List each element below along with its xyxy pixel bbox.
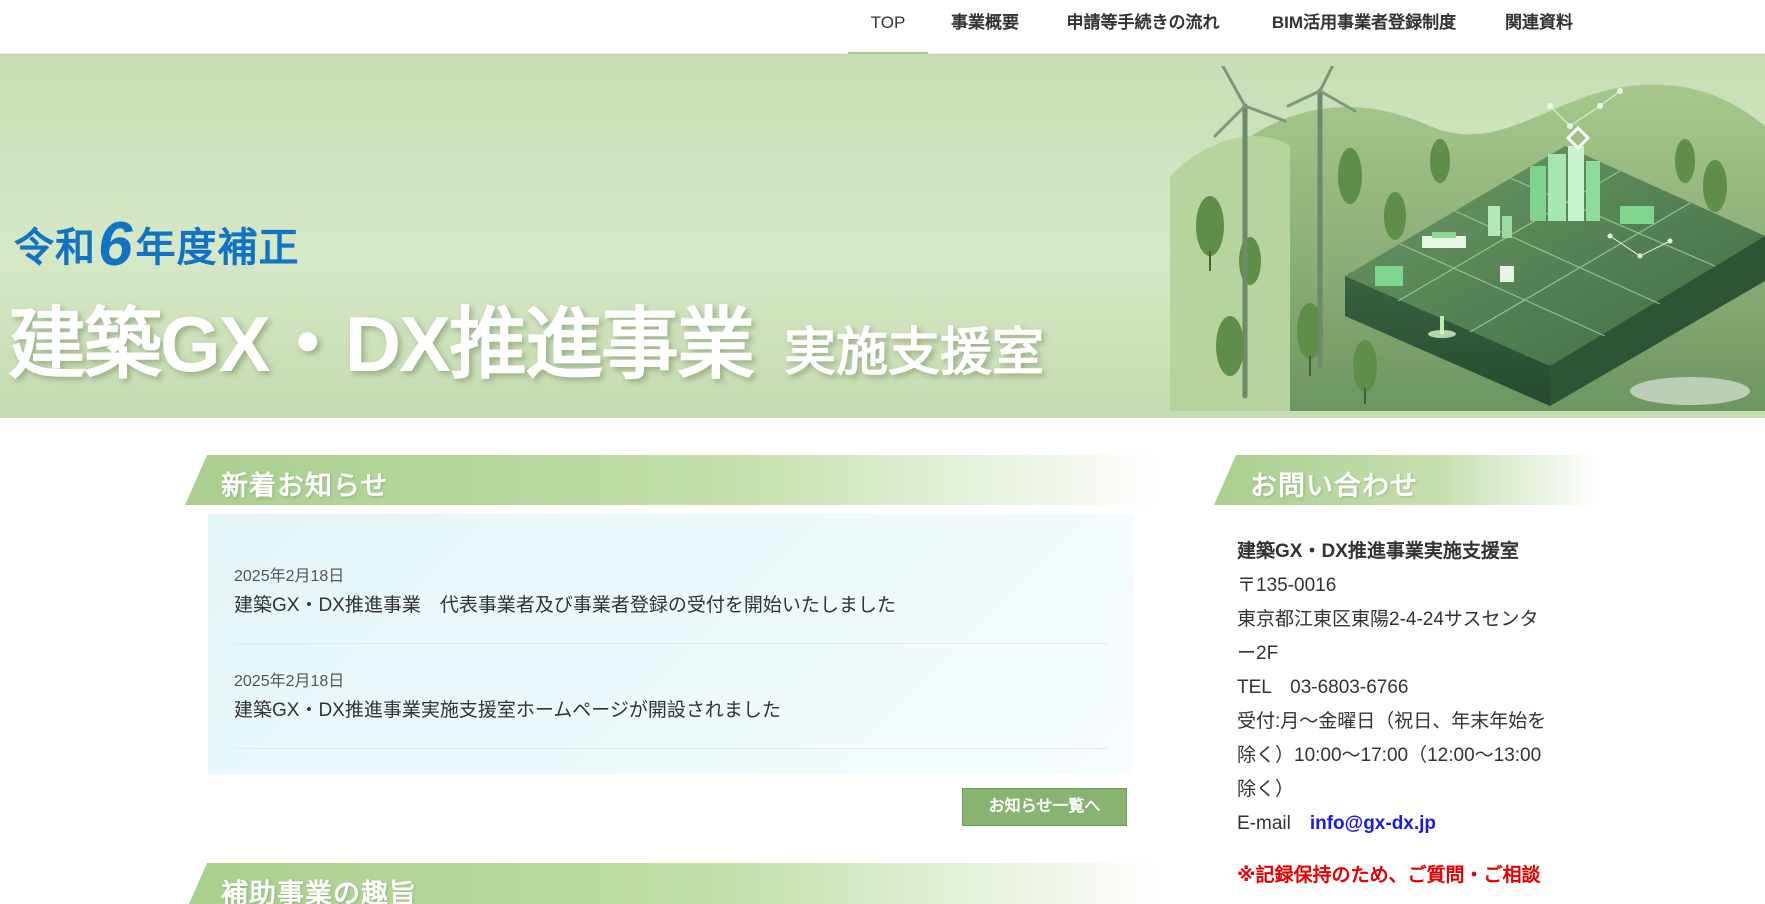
- hero-subtitle-era: 令和: [14, 226, 96, 270]
- nav-item-application-flow[interactable]: 申請等手続きの流れ: [1052, 0, 1234, 54]
- hero-title-suffix: 実施支援室: [784, 324, 1045, 382]
- contact-postal: 〒135-0016: [1237, 575, 1337, 596]
- contact-info: 建築GX・DX推進事業実施支援室 〒135-0016 東京都江東区東陽2-4-2…: [1237, 535, 1567, 893]
- green-city-illustration: [1170, 66, 1765, 411]
- contact-email-row: E-mail info@gx-dx.jp: [1237, 807, 1567, 841]
- contact-email-label: E-mail: [1237, 813, 1310, 834]
- news-date: 2025年2月18日: [234, 568, 345, 585]
- contact-heading: お問い合わせ: [1250, 471, 1418, 501]
- hero-subtitle-suffix: 年度補正: [135, 226, 300, 270]
- news-link[interactable]: 建築GX・DX推進事業実施支援室ホームページが開設されました: [234, 695, 1108, 722]
- news-date: 2025年2月18日: [234, 673, 345, 690]
- contact-note: ※記録保持のため、ご質問・ご相談: [1237, 865, 1541, 886]
- news-list: 2025年2月18日 建築GX・DX推進事業 代表事業者及び事業者登録の受付を開…: [208, 514, 1133, 774]
- news-heading: 新着お知らせ: [221, 471, 389, 501]
- purpose-section-header: 補助事業の趣旨: [185, 863, 1160, 904]
- nav-item-top[interactable]: TOP: [848, 0, 928, 54]
- list-item: 2025年2月18日 建築GX・DX推進事業実施支援室ホームページが開設されまし…: [234, 667, 1108, 749]
- contact-tel: TEL 03-6803-6766: [1237, 677, 1409, 698]
- hero-banner: 令和6年度補正 建築GX・DX推進事業 実施支援室: [0, 54, 1765, 418]
- hero-title: 建築GX・DX推進事業: [8, 300, 755, 388]
- list-item: 2025年2月18日 建築GX・DX推進事業 代表事業者及び事業者登録の受付を開…: [234, 562, 1108, 644]
- news-section-header: 新着お知らせ: [185, 455, 1160, 505]
- contact-address-line1: 東京都江東区東陽2-4-24サスセンタ: [1237, 609, 1539, 630]
- contact-email-link[interactable]: info@gx-dx.jp: [1310, 813, 1436, 834]
- hero-subtitle: 令和6年度補正: [14, 209, 299, 280]
- top-navigation: TOP 事業概要 申請等手続きの流れ BIM活用事業者登録制度 関連資料: [0, 0, 1765, 54]
- purpose-heading: 補助事業の趣旨: [221, 879, 417, 904]
- news-link[interactable]: 建築GX・DX推進事業 代表事業者及び事業者登録の受付を開始いたしました: [234, 590, 1108, 617]
- contact-hours-line3: 除く）: [1237, 779, 1295, 800]
- nav-item-bim-registration[interactable]: BIM活用事業者登録制度: [1254, 0, 1474, 54]
- contact-section-header: お問い合わせ: [1214, 455, 1598, 505]
- contact-address-line2: ー2F: [1237, 643, 1279, 664]
- contact-hours-line2: 除く）10:00～17:00（12:00～13:00: [1237, 745, 1542, 766]
- news-list-button[interactable]: お知らせ一覧へ: [962, 788, 1127, 826]
- contact-hours-line1: 受付:月～金曜日（祝日、年末年始を: [1237, 711, 1547, 732]
- nav-item-business-overview[interactable]: 事業概要: [940, 0, 1030, 54]
- hero-subtitle-year: 6: [98, 210, 134, 279]
- contact-org: 建築GX・DX推進事業実施支援室: [1237, 541, 1519, 562]
- nav-item-related-documents[interactable]: 関連資料: [1494, 0, 1584, 54]
